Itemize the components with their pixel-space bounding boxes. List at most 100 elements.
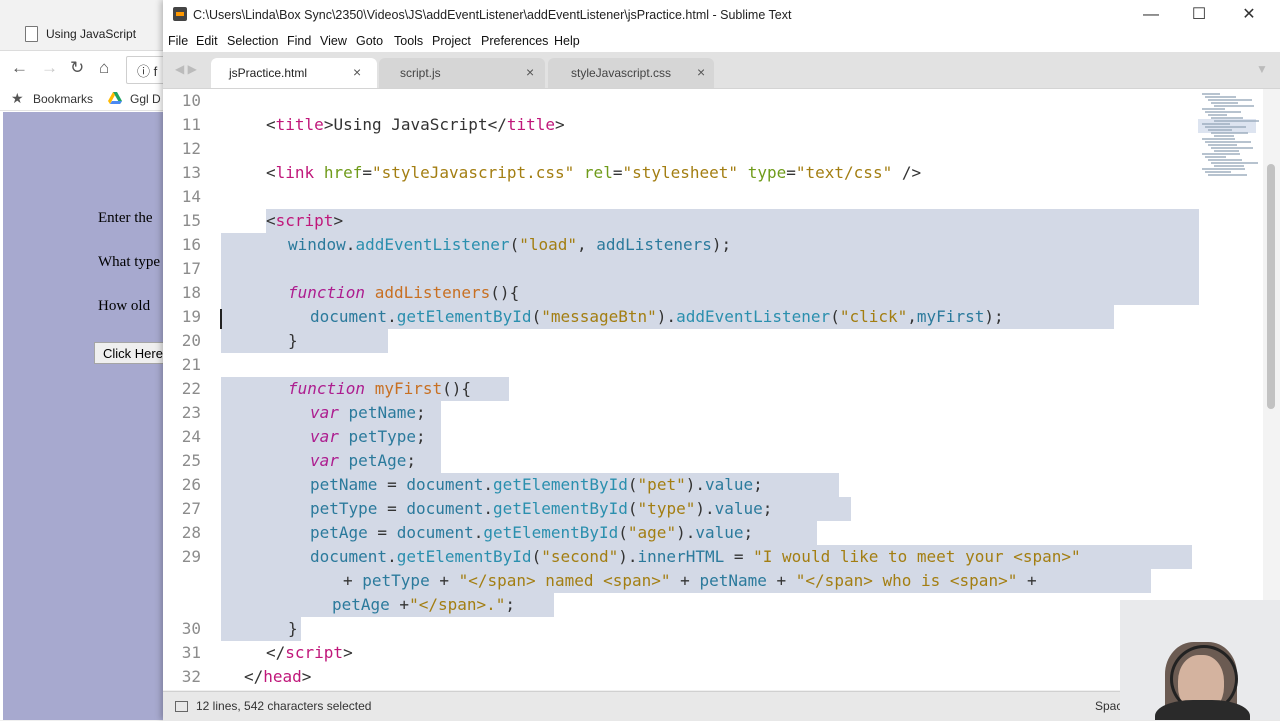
- minimap-line: [1205, 126, 1246, 128]
- line-number: 24: [181, 427, 201, 446]
- line-number: 13: [181, 163, 201, 182]
- code-line: }: [288, 331, 298, 350]
- bookmarks-label[interactable]: Bookmarks: [33, 92, 93, 106]
- minimap[interactable]: [1198, 89, 1259, 179]
- menu-bar: File Edit Selection Find View Goto Tools…: [163, 30, 1280, 52]
- menu-tools[interactable]: Tools: [394, 34, 423, 48]
- minimap-line: [1208, 144, 1237, 146]
- sublime-window: C:\Users\Linda\Box Sync\2350\Videos\JS\a…: [163, 0, 1280, 721]
- minimap-line: [1202, 108, 1225, 110]
- line-number: 28: [181, 523, 201, 542]
- line-number: 22: [181, 379, 201, 398]
- webcam-overlay: [1120, 600, 1280, 720]
- minimap-line: [1202, 168, 1245, 170]
- code-line: + petType + "</span> named <span>" + pet…: [343, 571, 1037, 590]
- tab-close-icon[interactable]: ×: [353, 64, 361, 80]
- browser-tab[interactable]: Using JavaScript: [0, 0, 170, 51]
- close-icon[interactable]: ✕: [1225, 0, 1273, 30]
- code-line: petAge +"</span>.";: [332, 595, 516, 614]
- menu-goto[interactable]: Goto: [356, 34, 383, 48]
- minimap-line: [1214, 105, 1254, 107]
- code-line: <title>Using JavaScript</title>: [266, 115, 565, 134]
- code-line: </head>: [244, 667, 312, 686]
- address-text: f: [153, 64, 158, 79]
- line-number: 20: [181, 331, 201, 350]
- line-number: 19: [181, 307, 201, 326]
- drive-icon: [108, 92, 122, 104]
- minimap-line: [1202, 123, 1230, 125]
- bookmark-ggl[interactable]: Ggl D: [130, 92, 161, 106]
- scrollbar-thumb[interactable]: [1267, 164, 1275, 409]
- minimap-line: [1205, 141, 1251, 143]
- minimize-icon[interactable]: —: [1127, 0, 1175, 30]
- status-panel-icon[interactable]: [175, 701, 188, 712]
- reload-icon[interactable]: ↻: [70, 58, 84, 78]
- line-number: 14: [181, 187, 201, 206]
- tab-jspractice[interactable]: jsPractice.html ×: [211, 58, 377, 88]
- tab-bar: ◀ ▶ jsPractice.html × script.js × styleJ…: [163, 52, 1280, 89]
- info-icon: ⓘ f: [137, 64, 158, 79]
- text-caret: [220, 309, 222, 329]
- minimap-line: [1202, 153, 1240, 155]
- tab-close-icon[interactable]: ×: [526, 64, 534, 80]
- minimap-line: [1208, 99, 1252, 101]
- code-line: function myFirst(){: [288, 379, 472, 398]
- menu-selection[interactable]: Selection: [227, 34, 278, 48]
- page-line-age: How old: [98, 298, 151, 314]
- minimap-line: [1208, 129, 1232, 131]
- back-icon[interactable]: ←: [11, 58, 28, 78]
- bookmarks-bar: ★ Bookmarks Ggl D: [0, 88, 170, 111]
- code-editor[interactable]: 10 11 12 13 14 15 16 17 18 19 20 21 22 2…: [163, 89, 1263, 690]
- minimap-line: [1211, 147, 1253, 149]
- line-number: 17: [181, 259, 201, 278]
- presenter-shirt: [1155, 700, 1250, 720]
- code-line: window.addEventListener("load", addListe…: [288, 235, 732, 254]
- menu-view[interactable]: View: [320, 34, 347, 48]
- code-line: var petAge;: [310, 451, 416, 470]
- code-line: document.getElementById("messageBtn").ad…: [310, 307, 1004, 326]
- menu-preferences[interactable]: Preferences: [481, 34, 548, 48]
- menu-project[interactable]: Project: [432, 34, 471, 48]
- minimap-line: [1211, 132, 1248, 134]
- menu-edit[interactable]: Edit: [196, 34, 218, 48]
- forward-icon[interactable]: →: [41, 58, 58, 78]
- line-number: 26: [181, 475, 201, 494]
- tab-script[interactable]: script.js ×: [379, 58, 545, 88]
- code-line: <link href="styleJavascript.css" rel="st…: [266, 163, 922, 182]
- minimap-line: [1205, 171, 1231, 173]
- minimap-line: [1202, 138, 1235, 140]
- minimap-line: [1214, 135, 1234, 137]
- maximize-icon[interactable]: ☐: [1175, 0, 1223, 30]
- minimap-line: [1211, 102, 1238, 104]
- menu-file[interactable]: File: [168, 34, 188, 48]
- click-here-button[interactable]: Click Here: [94, 342, 170, 364]
- menu-help[interactable]: Help: [554, 34, 580, 48]
- minimap-line: [1202, 93, 1220, 95]
- browser-window: Using JavaScript ← → ↻ ⌂ ⓘ f ★ Bookmarks…: [0, 0, 170, 720]
- page-icon: [25, 26, 38, 42]
- page-line-type: What type: [98, 254, 161, 270]
- tab-menu-icon[interactable]: ▼: [1256, 62, 1268, 76]
- line-number: 18: [181, 283, 201, 302]
- minimap-line: [1205, 156, 1226, 158]
- minimap-line: [1214, 165, 1244, 167]
- page-line-pet: Enter the: [98, 210, 153, 226]
- tab-close-icon[interactable]: ×: [697, 64, 705, 80]
- tab-stylejavascript[interactable]: styleJavascript.css ×: [548, 58, 714, 88]
- line-number: 25: [181, 451, 201, 470]
- line-number: 15: [181, 211, 201, 230]
- home-icon[interactable]: ⌂: [99, 58, 109, 78]
- minimap-line: [1205, 111, 1241, 113]
- tab-label: jsPractice.html: [229, 66, 308, 80]
- tab-scroll-left-icon[interactable]: ◀ ▶: [175, 62, 197, 76]
- indentation-status[interactable]: Spac: [1095, 699, 1122, 713]
- line-number: 10: [181, 91, 201, 110]
- code-line: var petType;: [310, 427, 426, 446]
- minimap-line: [1214, 150, 1239, 152]
- sublime-app-icon: [173, 7, 187, 21]
- minimap-line: [1205, 96, 1236, 98]
- status-bar: 12 lines, 542 characters selected Spac: [163, 691, 1280, 721]
- menu-find[interactable]: Find: [287, 34, 311, 48]
- minimap-line: [1214, 120, 1259, 122]
- line-number: 11: [181, 115, 201, 134]
